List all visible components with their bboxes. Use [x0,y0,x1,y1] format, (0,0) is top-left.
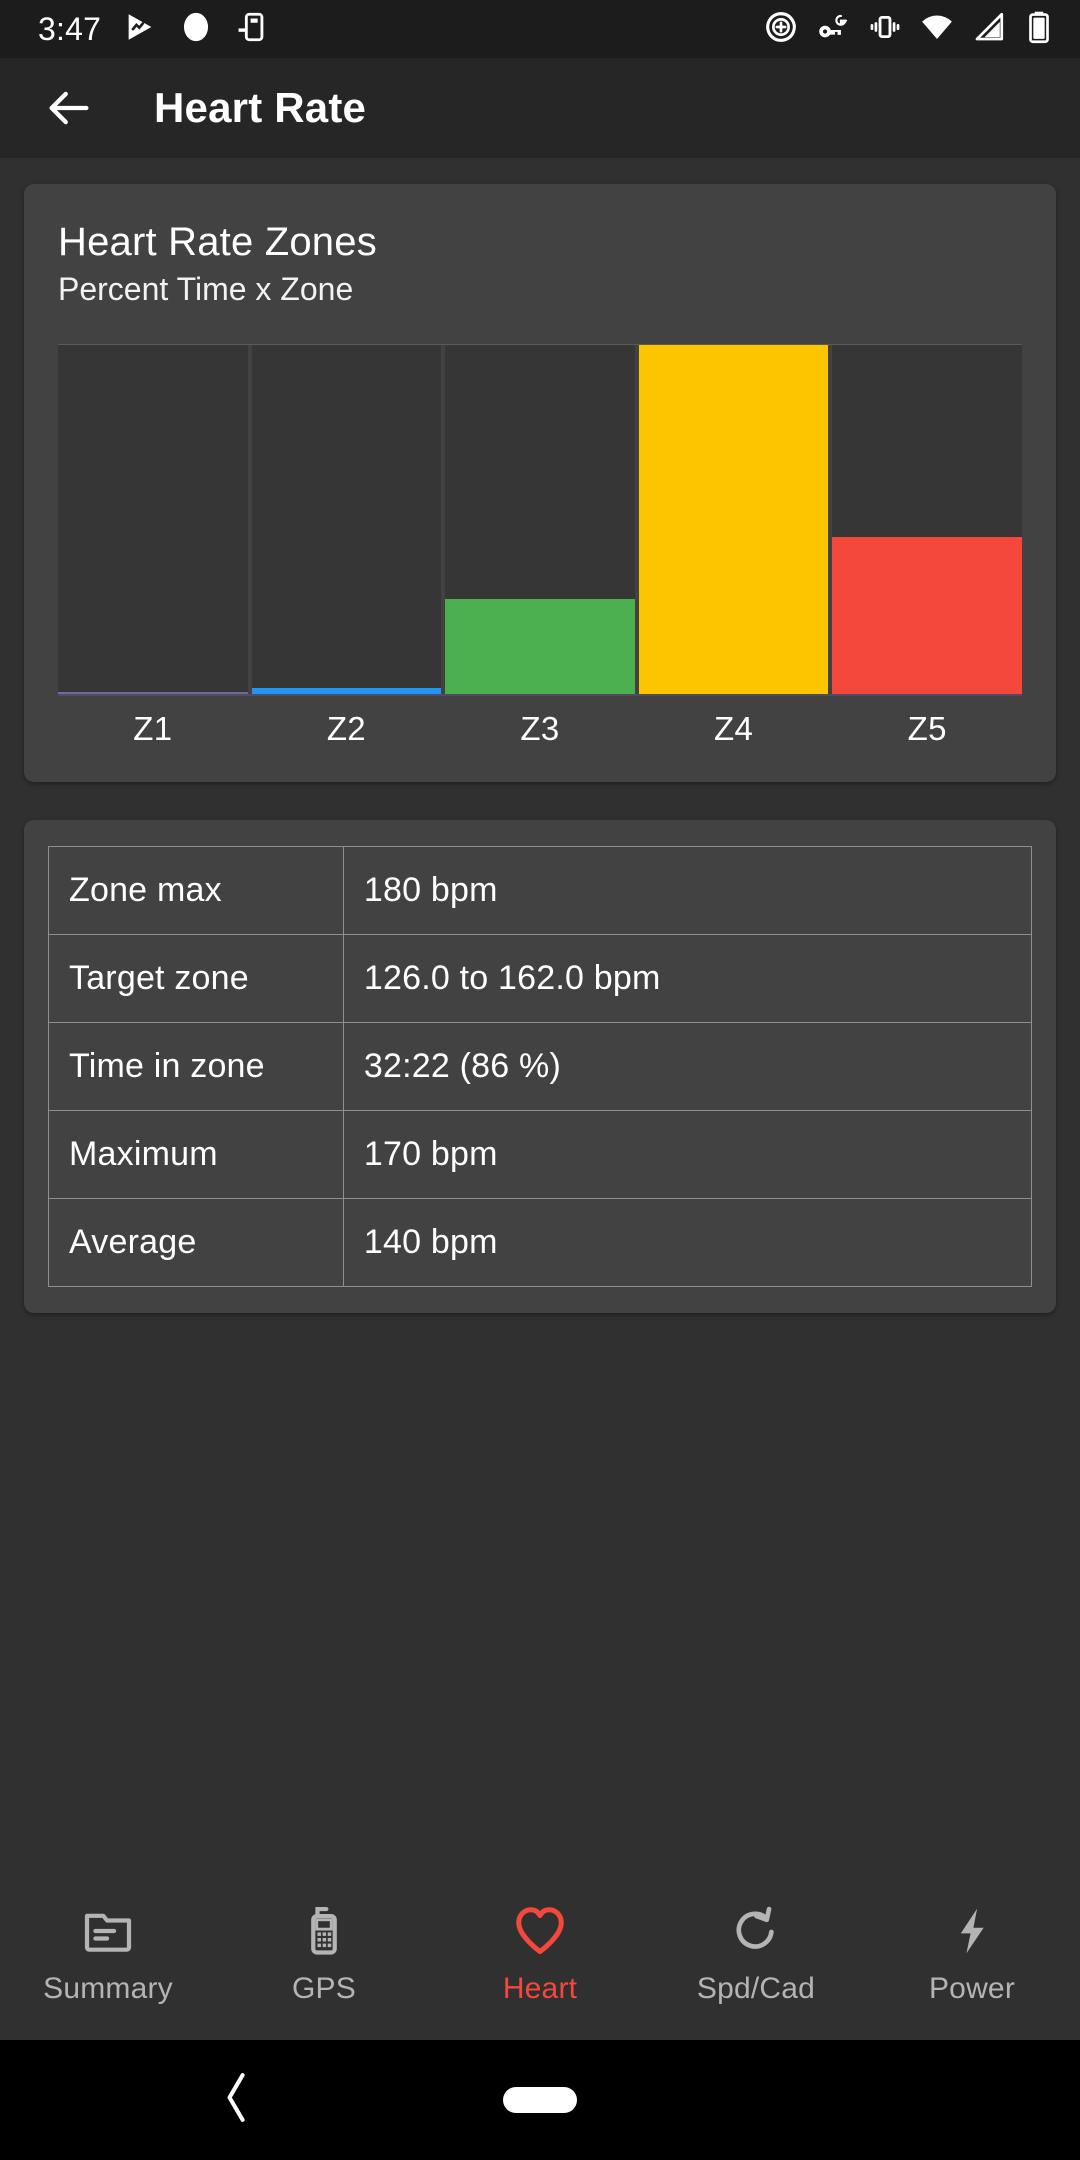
stat-value: 32:22 (86 %) [342,1021,1033,1111]
cellular-signal-icon [972,10,1006,49]
table-row: Target zone 126.0 to 162.0 bpm [48,933,1033,1023]
zone-label-z5: Z5 [907,709,947,747]
data-saver-icon [764,10,798,49]
page-title: Heart Rate [154,84,367,131]
circle-record-icon [179,10,213,49]
bottom-navigation: Summary GPS Heart Spd/Cad Power [0,1872,1080,2040]
stat-key: Zone max [48,845,344,935]
zones-bar-chart [58,343,1022,696]
bar-column-z2 [251,344,442,694]
bar-z4 [638,344,829,694]
android-back-button[interactable] [222,2070,252,2131]
bar-column-z1 [58,344,248,694]
back-arrow-icon [49,91,89,125]
google-passkey-icon [816,10,850,49]
stat-key: Time in zone [48,1021,344,1111]
stat-value: 180 bpm [342,845,1033,935]
chart-subtitle: Percent Time x Zone [58,270,354,307]
zone-label-z3: Z3 [520,709,560,747]
lightning-bolt-icon [944,1900,1000,1962]
bar-column-z4 [638,344,829,694]
nav-item-spd-cad[interactable]: Spd/Cad [648,1900,864,2006]
zone-label-z2: Z2 [326,709,366,747]
table-row: Maximum 170 bpm [48,1109,1033,1199]
heart-icon [511,1900,569,1962]
bar-z5 [832,536,1022,694]
heart-rate-zones-card: Heart Rate Zones Percent Time x Zone Z1 Z… [24,184,1056,782]
wifi-icon [920,10,954,49]
play-activity-icon [123,10,157,49]
nav-label: Power [928,1972,1016,2005]
nav-item-summary[interactable]: Summary [0,1900,216,2006]
back-button[interactable] [38,77,100,139]
stats-table: Zone max 180 bpm Target zone 126.0 to 162.0… [48,845,1033,1287]
nav-item-gps[interactable]: GPS [216,1900,432,2006]
status-bar-right [764,10,1054,49]
zone-label-z4: Z4 [714,709,754,747]
stat-key: Maximum [48,1109,344,1199]
android-home-pill[interactable] [503,2087,577,2113]
app-bar: Heart Rate [0,58,1080,158]
heart-rate-stats-card: Zone max 180 bpm Target zone 126.0 to 162.0… [24,819,1056,1313]
zone-axis-labels: Z1 Z2 Z3 Z4 Z5 [58,710,1022,748]
nav-label: Summary [43,1972,173,2005]
vibrate-icon [868,10,902,49]
phone-screen: 3:47 Heart Rate Heart Rate Zones Percent… [0,0,1080,2160]
nav-label: Heart [502,1972,578,2005]
cast-device-icon [235,10,269,49]
bar-z1 [58,691,248,694]
battery-icon [1024,10,1054,49]
chevron-back-icon [227,2073,245,2122]
status-clock: 3:47 [38,11,102,47]
stat-key: Target zone [48,933,344,1023]
nav-label: GPS [292,1972,356,2005]
table-row: Zone max 180 bpm [48,845,1033,935]
status-bar-left: 3:47 [38,10,269,49]
bar-z3 [445,599,635,694]
stat-key: Average [48,1197,344,1287]
nav-label: Spd/Cad [696,1972,816,2005]
content-area: Heart Rate Zones Percent Time x Zone Z1 Z… [0,158,1080,1872]
table-row: Average 140 bpm [48,1197,1033,1287]
android-system-nav [0,2040,1080,2160]
stat-value: 170 bpm [342,1109,1033,1199]
table-row: Time in zone 32:22 (86 %) [48,1021,1033,1111]
stat-value: 126.0 to 162.0 bpm [342,933,1033,1023]
rotate-ccw-icon [728,1900,784,1962]
bar-column-z3 [445,344,635,694]
zone-label-z1: Z1 [133,709,173,747]
mobile-phone-icon [296,1900,352,1962]
bar-column-z5 [832,344,1022,694]
status-bar: 3:47 [0,0,1080,58]
nav-item-heart[interactable]: Heart [432,1900,648,2006]
stat-value: 140 bpm [342,1197,1033,1287]
bar-z2 [251,688,442,694]
nav-item-power[interactable]: Power [864,1900,1080,2006]
document-icon [80,1900,136,1962]
chart-title: Heart Rate Zones [58,220,377,264]
